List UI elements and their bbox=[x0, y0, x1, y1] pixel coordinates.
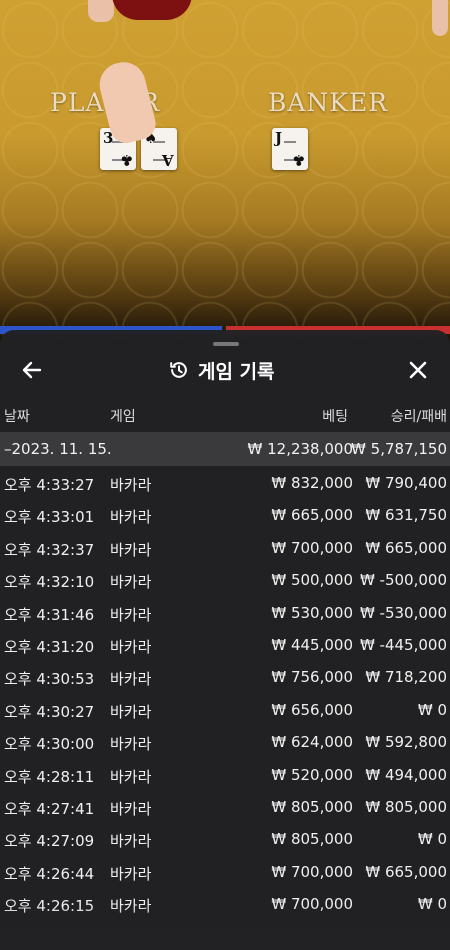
row-time: 오후 4:33:01 bbox=[4, 508, 95, 527]
row-win-loss: ₩ 494,000 bbox=[365, 765, 447, 784]
column-header-game[interactable]: 게임 bbox=[110, 406, 136, 426]
list-bottom-fade bbox=[0, 904, 450, 950]
row-bet: ₩ 805,000 bbox=[271, 797, 353, 816]
game-history-sheet: 게임 기록 날짜 게임 베팅 승리/패배 –2023. 11. 15. ₩ 12… bbox=[0, 330, 450, 950]
summary-date: –2023. 11. 15. bbox=[4, 440, 112, 458]
table-row[interactable]: 오후 4:28:11 바카라 ₩ 520,000 ₩ 494,000 bbox=[0, 758, 450, 790]
row-win-loss: ₩ 718,200 bbox=[365, 668, 447, 687]
table-row[interactable]: 오후 4:33:01 바카라 ₩ 665,000 ₩ 631,750 bbox=[0, 498, 450, 530]
row-bet: ₩ 520,000 bbox=[271, 765, 353, 784]
row-win-loss: ₩ 631,750 bbox=[365, 506, 447, 525]
row-bet: ₩ 805,000 bbox=[271, 830, 353, 849]
row-bet: ₩ 700,000 bbox=[271, 538, 353, 557]
row-win-loss: ₩ 790,400 bbox=[365, 474, 447, 492]
table-row[interactable]: 오후 4:30:00 바카라 ₩ 624,000 ₩ 592,800 bbox=[0, 725, 450, 757]
table-row[interactable]: 오후 4:31:20 바카라 ₩ 445,000 ₩ -445,000 bbox=[0, 628, 450, 660]
banker-zone-label: BANKER bbox=[268, 88, 389, 117]
history-table-header: 날짜 게임 베팅 승리/패배 bbox=[0, 406, 450, 426]
table-row[interactable]: 오후 4:26:44 바카라 ₩ 700,000 ₩ 665,000 bbox=[0, 855, 450, 887]
row-win-loss: ₩ 592,800 bbox=[365, 733, 447, 752]
row-time: 오후 4:30:00 bbox=[4, 735, 95, 754]
row-game: 바카라 bbox=[110, 735, 152, 754]
row-game: 바카라 bbox=[110, 864, 152, 883]
dealer-arm bbox=[88, 0, 114, 22]
row-bet: ₩ 500,000 bbox=[271, 571, 353, 590]
column-header-date[interactable]: 날짜 bbox=[4, 406, 30, 426]
row-bet: ₩ 756,000 bbox=[271, 668, 353, 687]
row-bet: ₩ 832,000 bbox=[271, 474, 353, 492]
row-game: 바카라 bbox=[110, 508, 152, 527]
dealer-arm bbox=[432, 0, 448, 36]
table-row[interactable]: 오후 4:31:46 바카라 ₩ 530,000 ₩ -530,000 bbox=[0, 596, 450, 628]
table-row[interactable]: 오후 4:27:41 바카라 ₩ 805,000 ₩ 805,000 bbox=[0, 790, 450, 822]
row-time: 오후 4:32:10 bbox=[4, 573, 95, 592]
row-game: 바카라 bbox=[110, 832, 152, 851]
row-game: 바카라 bbox=[110, 476, 152, 494]
history-clock-icon bbox=[170, 362, 187, 378]
table-row[interactable]: 오후 4:27:09 바카라 ₩ 805,000 ₩ 0 bbox=[0, 822, 450, 854]
row-time: 오후 4:28:11 bbox=[4, 767, 95, 786]
row-win-loss: ₩ 665,000 bbox=[365, 538, 447, 557]
row-time: 오후 4:30:27 bbox=[4, 702, 95, 721]
row-time: 오후 4:31:20 bbox=[4, 637, 95, 656]
row-win-loss: ₩ -530,000 bbox=[359, 603, 447, 622]
table-row[interactable]: 오후 4:32:37 바카라 ₩ 700,000 ₩ 665,000 bbox=[0, 531, 450, 563]
row-bet: ₩ 700,000 bbox=[271, 862, 353, 881]
sheet-title: 게임 기록 bbox=[198, 360, 275, 383]
row-bet: ₩ 530,000 bbox=[271, 603, 353, 622]
column-header-bet[interactable]: 베팅 bbox=[322, 406, 348, 426]
row-win-loss: ₩ 665,000 bbox=[365, 862, 447, 881]
row-time: 오후 4:27:41 bbox=[4, 799, 95, 818]
sheet-title-group: 게임 기록 bbox=[168, 356, 275, 384]
row-game: 바카라 bbox=[110, 799, 152, 818]
summary-bet-total: ₩ 12,238,000 bbox=[247, 440, 353, 458]
table-row[interactable]: 오후 4:32:10 바카라 ₩ 500,000 ₩ -500,000 bbox=[0, 563, 450, 595]
row-time: 오후 4:31:46 bbox=[4, 605, 95, 624]
live-table-video: PLAYER BANKER 3 ♣ ♠ A J ♣ bbox=[0, 0, 450, 340]
arrow-left-icon bbox=[22, 361, 42, 379]
row-game: 바카라 bbox=[110, 702, 152, 721]
row-time: 오후 4:26:44 bbox=[4, 864, 95, 883]
felt-pattern bbox=[0, 0, 450, 340]
row-time: 오후 4:27:09 bbox=[4, 832, 95, 851]
table-row[interactable]: 오후 4:33:27 바카라 ₩ 832,000 ₩ 790,400 bbox=[0, 466, 450, 498]
sheet-drag-handle[interactable] bbox=[213, 342, 239, 346]
playing-card: J ♣ bbox=[272, 128, 308, 170]
card-suit: ♣ bbox=[291, 151, 305, 169]
column-header-win-loss[interactable]: 승리/패배 bbox=[391, 406, 447, 426]
row-win-loss: ₩ 805,000 bbox=[365, 797, 447, 816]
table-row[interactable]: 오후 4:30:27 바카라 ₩ 656,000 ₩ 0 bbox=[0, 693, 450, 725]
back-button[interactable] bbox=[20, 358, 44, 382]
row-time: 오후 4:33:27 bbox=[4, 476, 95, 494]
card-rank: J bbox=[275, 129, 283, 147]
table-row[interactable]: 오후 4:30:53 바카라 ₩ 756,000 ₩ 718,200 bbox=[0, 660, 450, 692]
close-button[interactable] bbox=[406, 358, 430, 382]
row-time: 오후 4:32:37 bbox=[4, 540, 95, 559]
row-game: 바카라 bbox=[110, 540, 152, 559]
history-rows: 오후 4:33:27 바카라 ₩ 832,000 ₩ 790,400 오후 4:33:… bbox=[0, 466, 450, 919]
row-bet: ₩ 445,000 bbox=[271, 635, 353, 654]
row-win-loss: ₩ 0 bbox=[417, 700, 447, 719]
row-game: 바카라 bbox=[110, 670, 152, 689]
row-game: 바카라 bbox=[110, 637, 152, 656]
row-bet: ₩ 665,000 bbox=[271, 506, 353, 525]
row-win-loss: ₩ 0 bbox=[417, 830, 447, 849]
card-rank: A bbox=[162, 151, 174, 169]
sheet-header: 게임 기록 bbox=[0, 352, 450, 386]
row-game: 바카라 bbox=[110, 767, 152, 786]
date-summary-row[interactable]: –2023. 11. 15. ₩ 12,238,000 ₩ 5,787,150 bbox=[0, 432, 450, 466]
close-icon bbox=[409, 361, 427, 379]
row-game: 바카라 bbox=[110, 573, 152, 592]
summary-win-loss-total: ₩ 5,787,150 bbox=[351, 440, 447, 458]
card-suit: ♣ bbox=[119, 151, 133, 169]
row-game: 바카라 bbox=[110, 605, 152, 624]
row-win-loss: ₩ -445,000 bbox=[359, 635, 447, 654]
row-bet: ₩ 624,000 bbox=[271, 733, 353, 752]
row-win-loss: ₩ -500,000 bbox=[359, 571, 447, 590]
row-time: 오후 4:30:53 bbox=[4, 670, 95, 689]
row-bet: ₩ 656,000 bbox=[271, 700, 353, 719]
